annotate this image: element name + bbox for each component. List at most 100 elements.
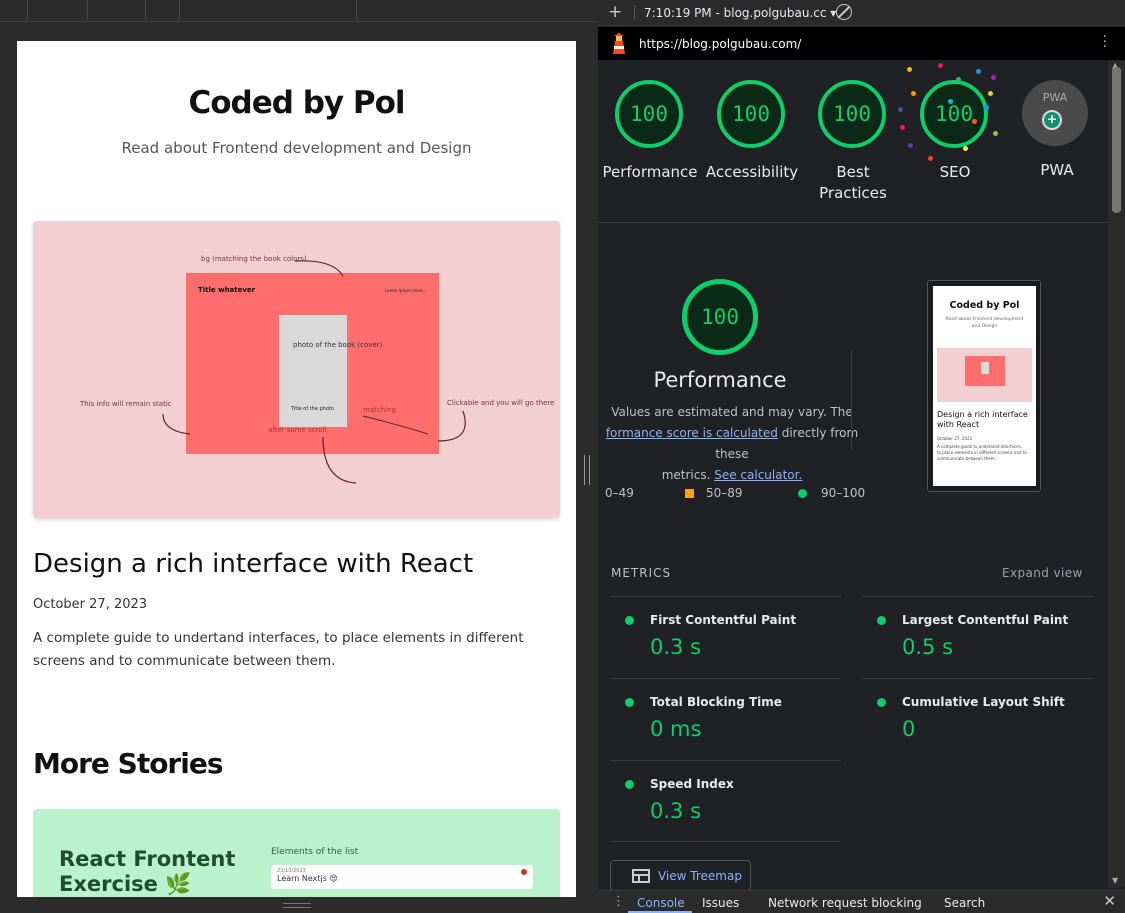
panel-split-handle[interactable]: [584, 455, 590, 485]
tab-search[interactable]: Search: [944, 896, 985, 910]
hero-corner-note: Lorem ipsum more...: [385, 288, 426, 293]
final-screenshot-thumbnail[interactable]: Coded by Pol Read about Frontend develop…: [927, 280, 1041, 492]
pass-dot-icon: [625, 698, 634, 707]
drawer-menu-icon[interactable]: ⋮: [612, 894, 625, 909]
hero-image[interactable]: bg (matching the book colors) Title what…: [33, 221, 560, 518]
story-item-dot-icon: [521, 869, 527, 875]
metric-value: 0.3 s: [650, 799, 702, 823]
devtools-drawer: ⋮ Console Issues Network request blockin…: [598, 890, 1125, 913]
site-subtitle: Read about Frontend development and Desi…: [121, 139, 472, 157]
new-report-button[interactable]: +: [608, 2, 622, 22]
thumbnail-subtitle: Read about Frontend development and Desi…: [945, 317, 1024, 329]
metric-value: 0: [902, 717, 916, 741]
expand-view-toggle[interactable]: Expand view: [1002, 566, 1083, 580]
close-drawer-icon[interactable]: ✕: [1103, 892, 1116, 910]
confetti-dot: [908, 143, 913, 148]
legend-fail: 0–49: [605, 486, 634, 500]
tab-issues[interactable]: Issues: [702, 896, 739, 910]
device-resize-handle[interactable]: [283, 903, 311, 908]
hero-clickable-note: Clickable and you will go there: [447, 399, 555, 407]
perf-divider: [851, 350, 852, 450]
story-list-item: 23/10/2023 Learn Nextjs 😍: [271, 865, 533, 889]
gauge-performance[interactable]: 100 Performance: [602, 80, 698, 183]
thumbnail-page: Coded by Pol Read about Frontend develop…: [933, 286, 1036, 486]
more-stories-heading: More Stories: [33, 747, 223, 780]
story-item-text: Learn Nextjs 😍: [277, 874, 338, 883]
pass-circle-icon: [798, 489, 807, 498]
score-gauges: 100 Performance 100 Accessibility 100 Be…: [598, 61, 1108, 223]
gauge-performance-score: 100: [615, 80, 683, 148]
view-treemap-button[interactable]: View Treemap: [610, 860, 751, 891]
tab-console[interactable]: Console: [637, 896, 685, 910]
metric-cls: Cumulative Layout Shift 0: [862, 678, 1093, 760]
see-calculator-link[interactable]: See calculator.: [714, 468, 802, 482]
gauge-best-practices-label: Best Practices: [819, 163, 887, 202]
confetti-dot: [938, 63, 943, 68]
thumbnail-post-title: Design a rich interface with React: [937, 410, 1028, 429]
thumbnail-title: Coded by Pol: [949, 300, 1020, 311]
hero-illustration: bg (matching the book colors) Title what…: [79, 255, 555, 484]
post-title[interactable]: Design a rich interface with React: [33, 549, 473, 579]
gauge-accessibility-label: Accessibility: [705, 163, 799, 181]
pass-dot-icon: [877, 616, 886, 625]
confetti-dot: [976, 69, 981, 74]
confetti-dot: [984, 105, 989, 110]
tab-network-request-blocking[interactable]: Network request blocking: [768, 896, 922, 910]
gauge-best-practices-score: 100: [818, 80, 886, 148]
metric-name: Cumulative Layout Shift: [902, 695, 1065, 709]
performance-title: Performance: [653, 368, 787, 392]
thumbnail-date: October 27, 2023: [937, 436, 973, 441]
metric-name: First Contentful Paint: [650, 613, 797, 627]
device-viewport[interactable]: Coded by Pol Read about Frontend develop…: [17, 41, 576, 897]
treemap-icon: [632, 869, 650, 883]
scrollbar-thumb[interactable]: [1112, 67, 1121, 213]
confetti-dot: [956, 77, 961, 82]
legend-pass: 90–100: [798, 486, 865, 500]
metric-value: 0.3 s: [650, 635, 702, 659]
metric-name: Speed Index: [650, 777, 734, 791]
device-ruler-bar: [0, 0, 598, 22]
report-url[interactable]: https://blog.polgubau.com/: [639, 37, 801, 51]
hero-matching-note: matching: [363, 406, 396, 414]
hero-photo-label: photo of the book (cover): [293, 341, 383, 349]
clear-report-icon[interactable]: [836, 4, 852, 20]
confetti-dot: [911, 91, 916, 96]
performance-description: Values are estimated and may vary. The f…: [598, 402, 866, 486]
legend-average: 50–89: [685, 486, 743, 500]
confetti-dot: [948, 99, 953, 104]
confetti-dot: [993, 131, 998, 136]
metric-name: Total Blocking Time: [650, 695, 782, 709]
metric-name: Largest Contentful Paint: [902, 613, 1069, 627]
performance-gauge: 100: [682, 279, 758, 355]
hero-static-note: This info will remain static: [79, 400, 172, 408]
pass-dot-icon: [625, 616, 634, 625]
story-card-title: React Frontent Exercise 🌿: [59, 847, 236, 896]
average-square-icon: [685, 489, 694, 498]
report-menu-icon[interactable]: · · ·: [1103, 30, 1107, 54]
gauge-best-practices[interactable]: 100 Best Practices: [818, 80, 888, 204]
pwa-badge-text: PWA: [1042, 91, 1068, 104]
confetti-dot: [963, 146, 968, 151]
hero-after-scroll-note: after some scroll: [268, 426, 327, 434]
confetti-dot: [972, 119, 977, 124]
gauge-seo-score: 100: [920, 80, 988, 148]
perf-desc-line1: Values are estimated and may vary. The: [611, 405, 853, 419]
site-title[interactable]: Coded by Pol: [17, 85, 576, 121]
report-url-bar: https://blog.polgubau.com/ · · ·: [598, 27, 1125, 60]
scroll-down-icon[interactable]: ▼: [1112, 876, 1118, 885]
story-card[interactable]: React Frontent Exercise 🌿 Elements of th…: [33, 809, 560, 897]
report-selector[interactable]: 7:10:19 PM - blog.polgubau.cc ▾: [644, 6, 836, 20]
gauge-pwa[interactable]: PWA + PWA: [1022, 80, 1092, 181]
story-elements-label: Elements of the list: [271, 847, 359, 857]
post-date: October 27, 2023: [33, 597, 148, 612]
hero-bg-note: bg (matching the book colors): [201, 255, 307, 263]
metric-lcp: Largest Contentful Paint 0.5 s: [862, 596, 1093, 678]
metric-value: 0 ms: [650, 717, 702, 741]
confetti-dot: [988, 91, 993, 96]
perf-desc-line3: metrics.: [661, 468, 715, 482]
gauge-accessibility[interactable]: 100 Accessibility: [706, 80, 798, 183]
metric-fcp: First Contentful Paint 0.3 s: [610, 596, 841, 678]
report-scrollbar[interactable]: ▲ ▼: [1108, 61, 1125, 887]
gauge-seo[interactable]: 100 SEO: [920, 80, 990, 183]
perf-score-calc-link[interactable]: formance score is calculated: [606, 426, 778, 440]
